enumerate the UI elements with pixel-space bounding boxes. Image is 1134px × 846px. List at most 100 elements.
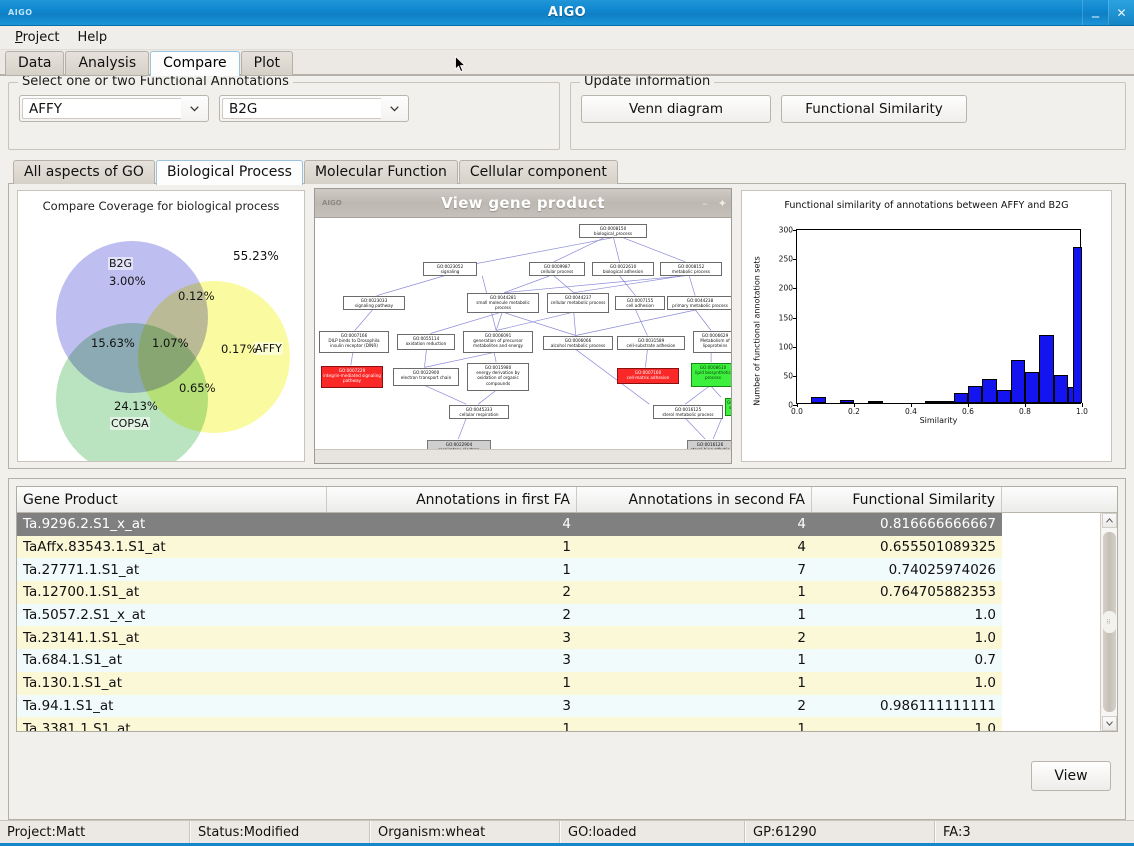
- table-row[interactable]: Ta.9296.2.S1_x_at 4 4 0.816666666667: [17, 513, 1100, 536]
- go-node[interactable]: GO:0008152 metabolic process: [660, 262, 722, 277]
- go-node[interactable]: GO:0045333 cellular respiration: [449, 405, 509, 420]
- tab-all-aspects-of-go[interactable]: All aspects of GO: [13, 160, 155, 184]
- go-node[interactable]: GO:0008610 lipid biosynthetic process: [691, 363, 731, 387]
- column-header-gene-product[interactable]: Gene Product: [17, 487, 327, 512]
- maximize-icon[interactable]: ✦: [718, 197, 727, 210]
- functional-similarity-button[interactable]: Functional Similarity: [781, 95, 967, 123]
- go-node[interactable]: GO:0007155 cell adhesion: [615, 296, 665, 311]
- histogram-bar: [811, 397, 826, 403]
- column-header-first-fa[interactable]: Annotations in first FA: [327, 487, 577, 512]
- go-node[interactable]: GO:0022904respiratory electron transport…: [427, 440, 491, 449]
- go-node[interactable]: GO:0044238 primary metabolic process: [667, 296, 731, 311]
- table-row[interactable]: Ta.3381.1.S1_at 1 1 1.0: [17, 717, 1100, 731]
- tab-analysis[interactable]: Analysis: [65, 51, 150, 75]
- cell-annotations-first-fa: 3: [562, 652, 571, 669]
- tab-biological-process[interactable]: Biological Process: [155, 160, 303, 185]
- table-vertical-scrollbar[interactable]: ⠿: [1100, 513, 1117, 731]
- tab-data[interactable]: Data: [5, 51, 65, 75]
- go-node[interactable]: GO:0007229 integrin-mediated signaling pa…: [321, 366, 383, 388]
- go-node[interactable]: GO:0022610 biological adhesion: [592, 262, 654, 277]
- table-row[interactable]: Ta.27771.1.S1_at 1 7 0.74025974026: [17, 558, 1100, 582]
- second-fa-select[interactable]: B2G: [219, 95, 409, 122]
- minimize-icon[interactable]: _: [1082, 0, 1108, 25]
- go-node[interactable]: GO:0000000st: [725, 398, 731, 416]
- scrollbar-thumb[interactable]: ⠿: [1102, 532, 1116, 712]
- chevron-down-icon[interactable]: [381, 96, 408, 121]
- update-information-title: Update information: [580, 76, 715, 89]
- scroll-down-arrow-icon[interactable]: [1101, 716, 1117, 731]
- gene-product-graph-panel[interactable]: AIGO View gene product – ✦ GO:0008150 bi…: [314, 188, 732, 464]
- tab-molecular-function[interactable]: Molecular Function: [303, 160, 458, 184]
- menu-help[interactable]: Help: [69, 28, 117, 47]
- go-node[interactable]: GO:0055114 oxidation reduction: [397, 334, 455, 350]
- minimize-icon[interactable]: –: [702, 197, 708, 210]
- tab-compare[interactable]: Compare: [150, 51, 240, 76]
- go-node-name: signaling pathway: [354, 303, 394, 309]
- histogram-bar: [1010, 360, 1025, 403]
- go-node[interactable]: GO:0008150 biological_process: [579, 224, 647, 239]
- histogram-x-tick: 0.6: [962, 407, 974, 416]
- table-row[interactable]: Ta.94.1.S1_at 3 2 0.986111111111: [17, 694, 1100, 718]
- cell-spacer: [1002, 649, 1100, 672]
- go-node[interactable]: GO:0015980 energy derivation by oxidation…: [467, 363, 529, 391]
- go-node[interactable]: GO:0044237 cellular metabolic process: [547, 293, 609, 313]
- table-body: Ta.9296.2.S1_x_at 4 4 0.816666666667 TaAffx.…: [17, 513, 1117, 731]
- menu-bar: Project Help: [0, 26, 1134, 50]
- status-go: GO:loaded: [560, 821, 745, 843]
- table-row[interactable]: Ta.23141.1.S1_at 3 2 1.0: [17, 626, 1100, 650]
- go-node[interactable]: GO:0006629 Metabolism of lipoproteins: [693, 331, 731, 353]
- menu-project[interactable]: Project: [6, 28, 69, 47]
- table-row[interactable]: Ta.130.1.S1_at 1 1 1.0: [17, 671, 1100, 695]
- column-header-similarity[interactable]: Functional Similarity: [812, 487, 1002, 512]
- cell-annotations-first-fa: 2: [562, 584, 571, 601]
- cell-functional-similarity: 0.655501089325: [880, 539, 996, 556]
- view-gene-product-window[interactable]: AIGO View gene product – ✦ GO:0008150 bi…: [314, 188, 732, 464]
- histogram-y-tick-mark: [793, 259, 797, 261]
- cell-annotations-first-fa: 2: [562, 607, 571, 624]
- cell-annotations-first-fa: 1: [562, 539, 571, 556]
- first-fa-select[interactable]: AFFY: [19, 95, 209, 122]
- functional-similarity-histogram-panel[interactable]: Functional similarity of annotations bet…: [741, 190, 1112, 462]
- table-row[interactable]: TaAffx.83543.1.S1_at 1 4 0.655501089325: [17, 535, 1100, 559]
- chevron-down-icon[interactable]: [181, 96, 208, 121]
- view-button[interactable]: View: [1031, 760, 1111, 791]
- histogram-x-tick-mark: [968, 403, 969, 407]
- table-row[interactable]: Ta.5057.2.S1_x_at 2 1 1.0: [17, 603, 1100, 627]
- histogram-y-tick-mark: [793, 317, 797, 319]
- tab-cellular-component[interactable]: Cellular component: [458, 160, 618, 184]
- status-gp: GP:61290: [745, 821, 935, 843]
- compare-panel: Select one or two Functional Annotations…: [0, 75, 1134, 820]
- tab-plot[interactable]: Plot: [240, 51, 294, 75]
- go-node[interactable]: GO:0007160 cell-matrix adhesion: [617, 368, 679, 384]
- go-node[interactable]: GO:0016126sterol biosynthetic process: [687, 440, 731, 449]
- go-graph-canvas[interactable]: GO:0008150 biological_process GO:0023052 si…: [315, 218, 731, 449]
- cell-annotations-first-fa: 4: [562, 516, 571, 533]
- venn-diagram-panel[interactable]: Compare Coverage for biological process …: [17, 190, 305, 462]
- close-icon[interactable]: ✕: [1108, 0, 1134, 25]
- venn-diagram-button[interactable]: Venn diagram: [581, 95, 771, 123]
- go-node[interactable]: GO:0044281 small molecule metabolic proce…: [467, 293, 539, 313]
- go-node[interactable]: GO:0031589 cell-substrate adhesion: [617, 336, 685, 351]
- go-node[interactable]: GO:0009987 cellular process: [529, 262, 585, 277]
- table-row[interactable]: Ta.12700.1.S1_at 2 1 0.764705882353: [17, 581, 1100, 604]
- go-node[interactable]: GO:0006091 generation of precursor metabo…: [463, 331, 533, 353]
- gene-product-table[interactable]: Gene Product Annotations in first FA Ann…: [16, 486, 1118, 732]
- scrollbar-track[interactable]: ⠿: [1101, 528, 1117, 716]
- select-annotations-group: Select one or two Functional Annotations…: [8, 76, 560, 150]
- go-node[interactable]: GO:0023033 signaling pathway: [343, 296, 405, 311]
- column-header-second-fa[interactable]: Annotations in second FA: [577, 487, 812, 512]
- scroll-up-arrow-icon[interactable]: [1101, 513, 1117, 528]
- cell-spacer: [1002, 558, 1100, 582]
- go-node[interactable]: GO:0016125 sterol metabolic process: [653, 405, 723, 420]
- histogram-bar: [953, 393, 968, 403]
- table-row[interactable]: Ta.684.1.S1_at 3 1 0.7: [17, 649, 1100, 672]
- go-node[interactable]: GO:0023052 signaling: [423, 262, 477, 277]
- histogram-canvas[interactable]: Number of functional annotation sets Sim…: [742, 211, 1111, 451]
- aspect-tab-bar: All aspects of GO Biological Process Mol…: [8, 159, 1126, 185]
- histogram-bar: [1025, 371, 1040, 403]
- venn-canvas[interactable]: B2G 3.00% AFFY 0.17% COPSA 24.13% 0.12% …: [18, 213, 304, 461]
- cell-annotations-second-fa: 4: [797, 539, 806, 556]
- go-node[interactable]: GO:0007166 DILP binds to Drosophila insul…: [319, 331, 389, 353]
- go-node[interactable]: GO:0022900 electron transport chain: [393, 368, 459, 386]
- go-node[interactable]: GO:0006066 alcohol metabolic process: [543, 336, 613, 351]
